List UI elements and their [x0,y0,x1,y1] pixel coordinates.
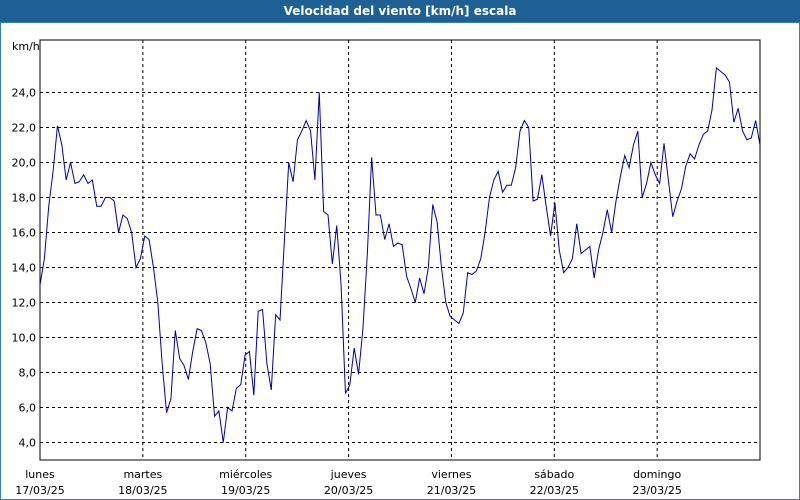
x-tick-date-label: 23/03/25 [632,484,681,497]
y-tick-label: 4,0 [19,437,37,450]
x-tick-date-label: 20/03/25 [324,484,373,497]
x-tick-date-label: 18/03/25 [118,484,167,497]
y-tick-label: 10,0 [12,332,37,345]
y-tick-label: 6,0 [19,402,37,415]
y-tick-label: 24,0 [12,87,37,100]
series-line-wind-speed [39,67,761,443]
grid-lines [40,40,760,460]
x-tick-date-label: 17/03/25 [15,484,64,497]
y-tick-label: 8,0 [19,367,37,380]
y-tick-label: 22,0 [12,122,37,135]
x-tick-labels: lunes 17/03/25 martes 18/03/25 miércoles 19/0… [15,468,682,497]
x-tick-date-label: 22/03/25 [530,484,579,497]
y-tick-label: 20,0 [12,157,37,170]
y-tick-label: 14,0 [12,262,37,275]
y-tick-label: 12,0 [12,297,37,310]
x-tick-day-label: jueves [330,468,367,481]
x-tick-day-label: sábado [534,468,574,481]
x-tick-day-label: viernes [431,468,471,481]
x-tick-date-label: 19/03/25 [221,484,270,497]
x-tick-day-label: martes [123,468,162,481]
y-tick-label: 16,0 [12,227,37,240]
y-axis-label: km/h [12,40,40,53]
x-tick-day-label: miércoles [219,468,272,481]
y-tick-label: 18,0 [12,192,37,205]
x-tick-day-label: lunes [25,468,55,481]
y-tick-labels: 4,0 6,0 8,0 10,0 12,0 14,0 16,0 18,0 20,0 22,0 24,… [12,87,37,450]
wind-speed-chart: km/h 4,0 6,0 8,0 10,0 12,0 14,0 16,0 18,0 20,0 22… [12,39,761,497]
plot-area-border [39,39,761,461]
x-tick-day-label: domingo [633,468,681,481]
x-tick-date-label: 21/03/25 [427,484,476,497]
